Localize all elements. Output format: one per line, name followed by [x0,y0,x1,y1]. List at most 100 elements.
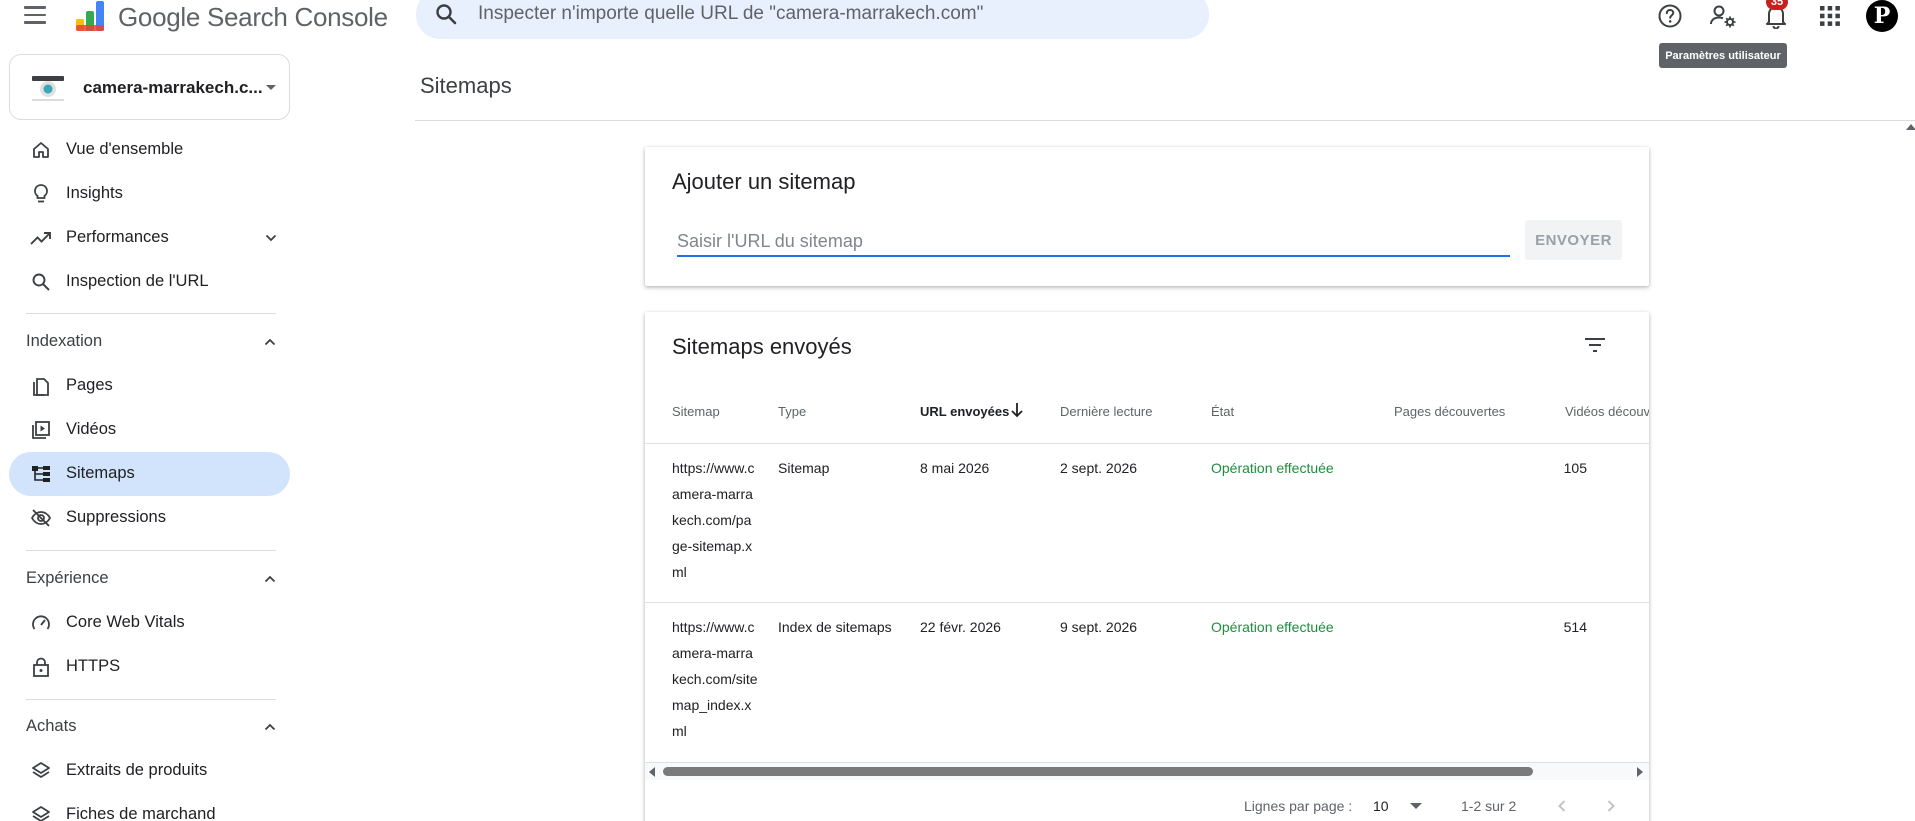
section-indexation[interactable]: Indexation [0,320,290,364]
filter-icon[interactable] [1578,328,1612,362]
cell-status: Opération effectuée [1211,460,1334,476]
cell-status: Opération effectuée [1211,619,1334,635]
column-header-last-read[interactable]: Dernière lecture [1060,404,1153,419]
next-page-icon[interactable] [1599,794,1623,818]
sidebar-item-label: Sitemaps [66,464,135,482]
sidebar-item-insights[interactable]: Insights [9,172,290,216]
section-experience[interactable]: Expérience [0,557,290,601]
sidebar-item-https[interactable]: HTTPS [9,645,290,689]
sidebar-item-label: Fiches de marchand [66,805,216,821]
sidebar-divider [26,550,276,551]
sidebar-item-label: Pages [66,376,113,394]
menu-icon[interactable] [24,2,54,28]
sidebar-item-url-inspection[interactable]: Inspection de l'URL [9,260,290,304]
layers-icon [30,760,52,782]
section-title: Indexation [26,332,103,350]
scroll-up-arrow-icon[interactable] [1906,124,1915,130]
gauge-icon [30,612,52,634]
property-favicon-icon [32,76,64,101]
sidebar-item-videos[interactable]: Vidéos [9,408,290,452]
url-inspection-search[interactable] [416,0,1209,39]
sidebar-item-performances[interactable]: Performances [9,216,290,260]
sidebar-item-merchant-listings[interactable]: Fiches de marchand [9,793,290,821]
cell-last-read: 2 sept. 2026 [1060,460,1138,476]
column-header-discovered-videos[interactable]: Vidéos découv [1565,404,1649,419]
sitemap-url-input[interactable] [677,227,1510,257]
sidebar-item-label: Performances [66,228,169,246]
user-settings-tooltip: Paramètres utilisateur [1659,43,1787,68]
sidebar-item-pages[interactable]: Pages [9,364,290,408]
card-title: Ajouter un sitemap [672,169,856,194]
section-achats[interactable]: Achats [0,705,290,749]
layers-icon [30,804,52,821]
search-icon [30,271,52,293]
submitted-sitemaps-card: Sitemaps envoyés Sitemap Type URL envoyé… [645,312,1649,821]
rows-per-page-select[interactable]: 10 [1373,798,1389,814]
row-divider [645,602,1649,603]
account-avatar[interactable]: P [1866,0,1898,32]
sidebar-item-product-snippets[interactable]: Extraits de produits [9,749,290,793]
section-title: Achats [26,717,77,735]
help-icon[interactable] [1655,1,1685,31]
scrollbar-thumb[interactable] [663,767,1533,776]
previous-page-icon[interactable] [1550,794,1574,818]
cell-type: Index de sitemaps [778,619,892,635]
cell-type: Sitemap [778,460,830,476]
cell-submitted: 22 févr. 2026 [920,619,1001,635]
sidebar-item-sitemaps[interactable]: Sitemaps [9,452,290,496]
search-console-logo-icon [76,1,104,31]
chevron-down-icon [265,234,277,242]
sidebar-item-label: Vue d'ensemble [66,140,184,158]
sidebar-item-label: Insights [66,184,123,202]
title-divider [415,120,1915,121]
sidebar-item-label: Vidéos [66,420,117,438]
chevron-up-icon [264,723,276,731]
sidebar-item-overview[interactable]: Vue d'ensemble [9,128,290,172]
section-title: Expérience [26,569,109,587]
top-bar: Google Search Console 35 [0,0,1915,44]
sidebar-divider [26,313,276,314]
cell-sitemap-url[interactable]: https://www.camera-marrakech.com/sitemap… [672,614,758,744]
column-header-discovered-pages[interactable]: Pages découvertes [1394,404,1505,419]
eye-off-icon [30,507,52,529]
pagination-range: 1-2 sur 2 [1461,798,1517,814]
sidebar-item-label: Extraits de produits [66,761,208,779]
add-sitemap-card: Ajouter un sitemap ENVOYER [645,147,1649,286]
apps-icon[interactable] [1815,1,1845,31]
cell-sitemap-url[interactable]: https://www.camera-marrakech.com/page-si… [672,455,758,585]
trending-up-icon [30,227,52,249]
scroll-right-arrow-icon[interactable] [1637,767,1643,777]
cell-last-read: 9 sept. 2026 [1060,619,1138,635]
column-header-submitted[interactable]: URL envoyées [920,404,1009,419]
cell-pages: 514 [1563,619,1587,635]
sidebar-item-label: Core Web Vitals [66,613,185,631]
horizontal-scrollbar[interactable] [645,762,1649,780]
sidebar-divider [26,699,276,700]
scroll-left-arrow-icon[interactable] [649,767,655,777]
video-icon [30,419,52,441]
sidebar-item-label: Inspection de l'URL [66,272,209,290]
column-header-type[interactable]: Type [778,404,806,419]
logo[interactable]: Google Search Console [74,0,388,34]
logo-text: Google Search Console [118,1,388,32]
lock-icon [30,656,52,678]
search-input[interactable] [478,1,1178,27]
sort-descending-icon[interactable] [1010,402,1024,418]
chevron-up-icon [264,338,276,346]
cell-submitted: 8 mai 2026 [920,460,990,476]
lightbulb-icon [30,183,52,205]
property-selector[interactable]: camera-marrakech.c... [9,54,290,120]
card-title: Sitemaps envoyés [672,334,852,359]
column-header-status[interactable]: État [1211,404,1234,419]
rows-per-page-label: Lignes par page : [1244,798,1353,814]
search-icon [436,4,457,25]
sidebar-item-core-web-vitals[interactable]: Core Web Vitals [9,601,290,645]
column-header-sitemap[interactable]: Sitemap [672,404,720,419]
caret-down-icon[interactable] [1410,803,1422,809]
chevron-down-icon [266,85,276,90]
submit-button[interactable]: ENVOYER [1525,220,1622,260]
row-divider [645,443,1649,444]
sidebar-item-removals[interactable]: Suppressions [9,496,290,540]
pages-icon [30,375,52,397]
user-settings-icon[interactable] [1708,1,1738,31]
